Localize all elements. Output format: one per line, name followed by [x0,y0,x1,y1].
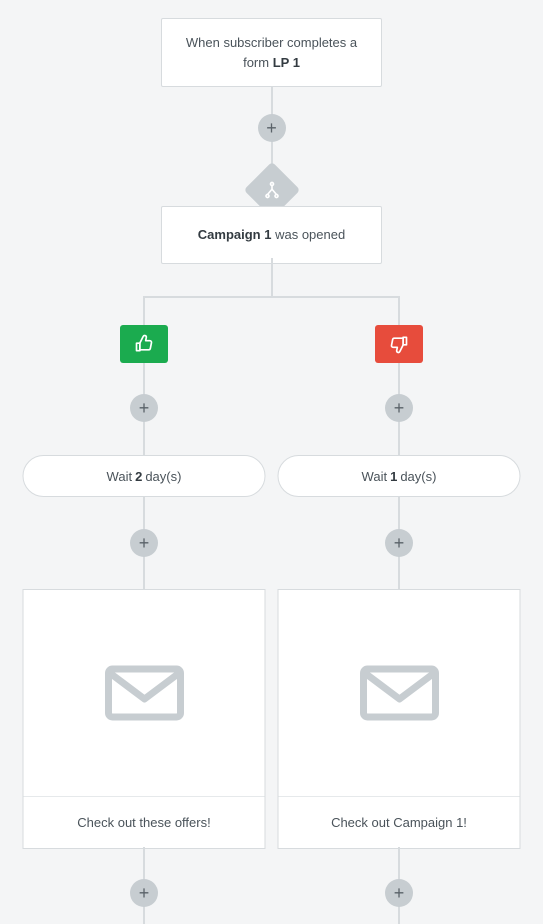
add-step-button[interactable]: + [130,394,158,422]
no-badge [375,325,423,363]
plus-icon: + [266,118,277,139]
yes-badge [120,325,168,363]
wait-node-no[interactable]: Wait 1 day(s) [278,455,521,497]
envelope-icon [104,663,184,723]
condition-suffix: was opened [275,227,345,242]
connector-line [143,296,145,325]
wait-value: 1 [390,469,397,484]
plus-icon: + [139,883,150,904]
wait-suffix: day(s) [400,469,436,484]
add-step-button[interactable]: + [258,114,286,142]
thumbs-down-icon [389,334,409,354]
email-icon-area [24,590,265,796]
wait-suffix: day(s) [145,469,181,484]
connector-line [271,258,273,296]
email-title: Check out Campaign 1! [331,815,467,830]
plus-icon: + [394,398,405,419]
plus-icon: + [394,883,405,904]
trigger-text-line1: When subscriber completes a [186,35,357,50]
email-node-yes[interactable]: Check out these offers! [23,589,266,849]
condition-node[interactable]: Campaign 1 was opened [161,206,382,264]
trigger-node[interactable]: When subscriber completes a form LP 1 [161,18,382,87]
add-step-button[interactable]: + [385,394,413,422]
trigger-form-name: LP 1 [273,55,300,70]
envelope-icon [359,663,439,723]
branch-icon [263,181,281,199]
wait-prefix: Wait [362,469,388,484]
add-step-button[interactable]: + [385,879,413,907]
email-title: Check out these offers! [77,815,210,830]
trigger-text-line2-prefix: form [243,55,269,70]
email-icon-area [279,590,520,796]
add-step-button[interactable]: + [385,529,413,557]
wait-value: 2 [135,469,142,484]
plus-icon: + [394,533,405,554]
thumbs-up-icon [134,334,154,354]
wait-node-yes[interactable]: Wait 2 day(s) [23,455,266,497]
plus-icon: + [139,533,150,554]
connector-line [398,296,400,325]
connector-line [143,296,400,298]
wait-prefix: Wait [107,469,133,484]
add-step-button[interactable]: + [130,529,158,557]
add-step-button[interactable]: + [130,879,158,907]
condition-campaign-name: Campaign 1 [198,227,272,242]
plus-icon: + [139,398,150,419]
email-node-no[interactable]: Check out Campaign 1! [278,589,521,849]
